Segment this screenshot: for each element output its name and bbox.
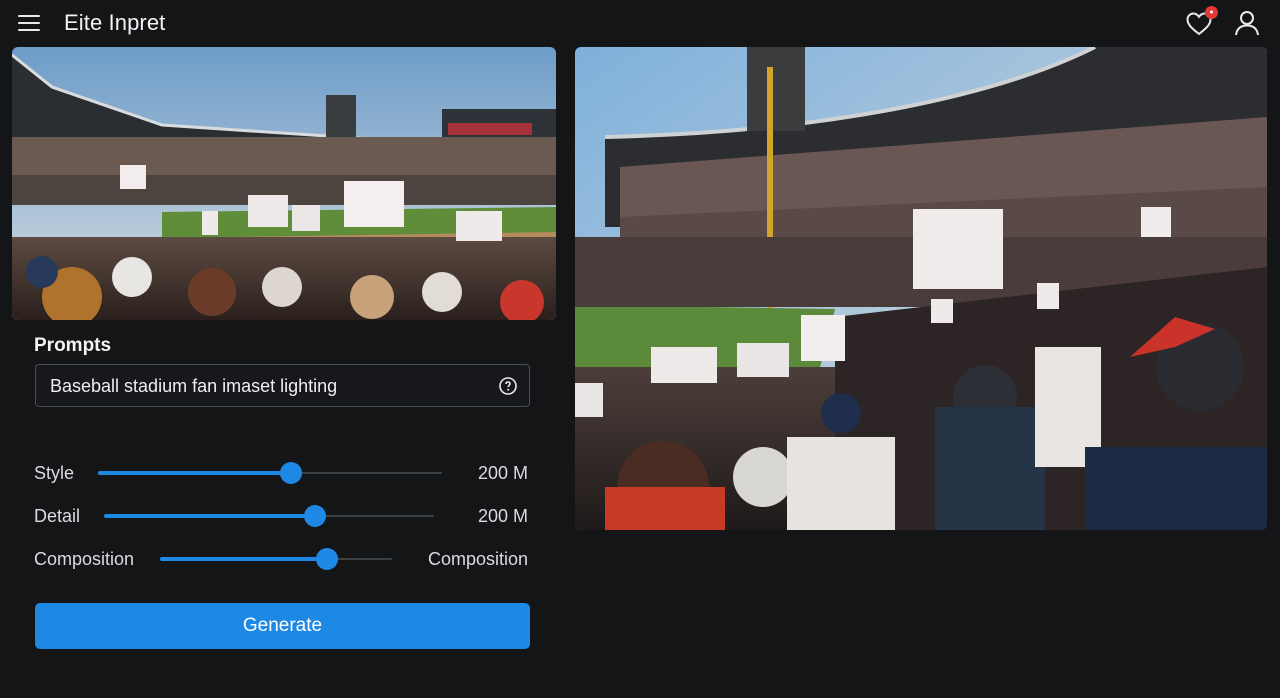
detail-label: Detail	[34, 506, 81, 526]
composition-label: Composition	[34, 549, 135, 569]
composition-slider[interactable]	[160, 548, 392, 570]
prompt-input-value[interactable]: Baseball stadium fan imaset lighting	[50, 376, 337, 397]
detail-slider[interactable]	[104, 505, 434, 527]
composition-slider-fill	[160, 557, 328, 561]
notification-badge: ●	[1205, 6, 1218, 19]
top-bar: Eite Inpret ●	[0, 0, 1280, 46]
app-title: Eite Inpret	[64, 10, 166, 35]
generated-image-preview[interactable]	[575, 47, 1267, 530]
detail-slider-thumb[interactable]	[304, 505, 327, 527]
composition-slider-thumb[interactable]	[316, 548, 339, 570]
generate-button[interactable]: Generate	[35, 603, 530, 649]
prompts-label: Prompts	[34, 335, 112, 356]
style-slider[interactable]	[98, 462, 442, 484]
style-value: 200 M	[477, 463, 528, 483]
composition-value: Composition	[427, 549, 528, 569]
style-label: Style	[34, 463, 75, 483]
generated-image-thumbnail[interactable]	[12, 47, 556, 320]
detail-slider-fill	[104, 514, 316, 518]
detail-value: 200 M	[477, 506, 528, 526]
style-slider-thumb[interactable]	[279, 462, 302, 484]
app-window: Eite Inpret ● Prompts Baseball stadium f…	[0, 0, 1280, 698]
style-slider-fill	[98, 471, 291, 475]
user-icon[interactable]	[1234, 9, 1260, 37]
hamburger-menu-icon[interactable]	[18, 13, 42, 33]
prompt-input[interactable]: Baseball stadium fan imaset lighting	[35, 364, 530, 407]
info-icon[interactable]	[498, 376, 518, 396]
